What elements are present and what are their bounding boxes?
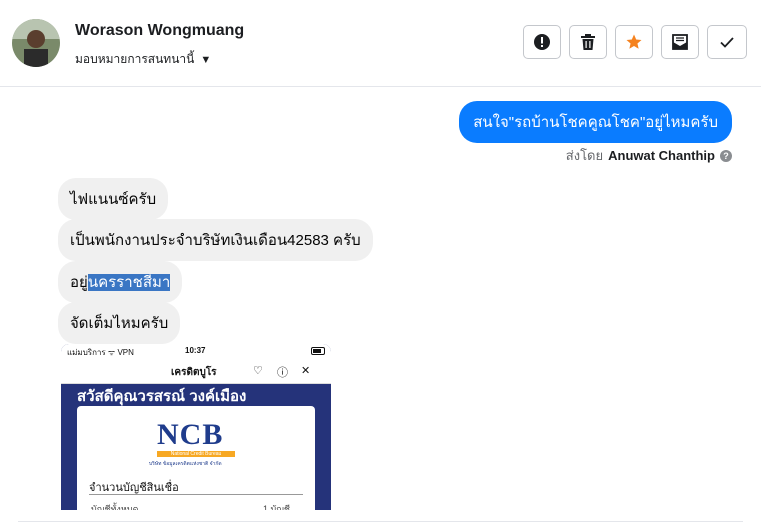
mark-done-button[interactable] bbox=[707, 25, 747, 59]
checkmark-icon bbox=[718, 33, 736, 51]
logo-subtitle: National Credit Bureau bbox=[170, 451, 222, 457]
sender-name: Anuwat Chanthip bbox=[608, 148, 715, 163]
incoming-message-bubble[interactable]: เป็นพนักงานประจำบริษัทเงินเดือน42583 ครั… bbox=[58, 219, 373, 261]
trash-icon bbox=[580, 33, 596, 51]
status-time: 10:37 bbox=[185, 346, 206, 355]
selected-text: นครราชสีมา bbox=[87, 274, 171, 291]
report-button[interactable] bbox=[523, 25, 561, 59]
incoming-message-bubble[interactable]: อยู่นครราชสีมา bbox=[58, 261, 183, 303]
battery-icon bbox=[311, 347, 325, 355]
composer-divider bbox=[18, 521, 743, 522]
greeting-text: สวัสดีคุณวรสรณ์ วงค์เมือง bbox=[77, 388, 247, 405]
star-button[interactable] bbox=[615, 25, 653, 59]
exclamation-circle-icon bbox=[533, 33, 551, 51]
sent-by-label: ส่งโดย bbox=[565, 148, 604, 163]
logo-subtitle-thai: บริษัท ข้อมูลเครดิตแห่งชาติ จำกัด bbox=[149, 461, 222, 467]
mark-unread-button[interactable] bbox=[661, 25, 699, 59]
incoming-message-bubble[interactable]: จัดเต็มไหมครับ bbox=[58, 302, 181, 344]
delete-button[interactable] bbox=[569, 25, 607, 59]
divider bbox=[89, 494, 303, 495]
avatar[interactable] bbox=[12, 19, 60, 67]
conversation-header: Worason Wongmuang มอบหมายการสนทนานี้ ▼ bbox=[0, 0, 761, 87]
envelope-open-icon bbox=[671, 33, 689, 51]
action-toolbar bbox=[523, 25, 747, 59]
outgoing-message-bubble[interactable]: สนใจ"รถบ้านโชคคูณโชค"อยู่ไหมครับ bbox=[459, 101, 732, 143]
contact-name[interactable]: Worason Wongmuang bbox=[75, 22, 244, 40]
assign-conversation-dropdown[interactable]: มอบหมายการสนทนานี้ ▼ bbox=[75, 50, 211, 69]
sent-by-line: ส่งโดย Anuwat Chanthip ? bbox=[566, 145, 732, 166]
help-icon[interactable]: ? bbox=[720, 149, 732, 162]
assign-label: มอบหมายการสนทนานี้ bbox=[75, 52, 195, 66]
caret-down-icon: ▼ bbox=[200, 53, 212, 66]
app-title: เครดิตบูโร bbox=[171, 367, 217, 378]
incoming-message-bubble[interactable]: ไฟแนนซ์ครับ bbox=[58, 178, 169, 220]
row-value: 1 บัญชี bbox=[263, 504, 290, 510]
heart-icon: ♡ bbox=[253, 365, 263, 377]
star-icon bbox=[625, 33, 643, 51]
info-icon: ⓘ bbox=[277, 367, 288, 379]
close-icon: ✕ bbox=[301, 365, 311, 377]
ncb-logo: NCB bbox=[157, 418, 224, 451]
phone-status-bar: แม่มบริการ ᯤ VPN 10:37 bbox=[61, 344, 331, 358]
app-bar: เครดิตบูโร ♡ ⓘ ✕ bbox=[61, 358, 331, 384]
row-label: บัญชีทั้งหมด bbox=[91, 504, 139, 510]
message-text: อยู่ bbox=[70, 274, 88, 291]
image-attachment[interactable]: แม่มบริการ ᯤ VPN 10:37 เครดิตบูโร ♡ ⓘ ✕ … bbox=[61, 344, 331, 510]
credit-card-panel: NCB National Credit Bureau บริษัท ข้อมูล… bbox=[77, 406, 315, 510]
